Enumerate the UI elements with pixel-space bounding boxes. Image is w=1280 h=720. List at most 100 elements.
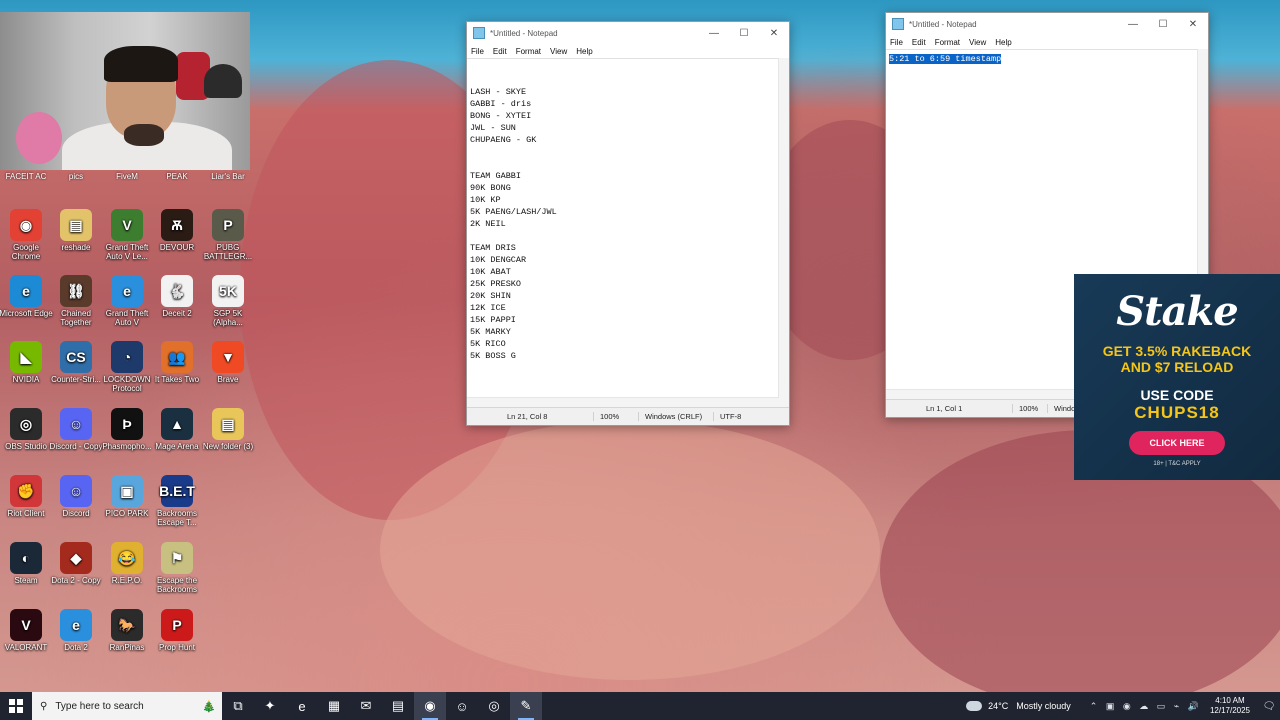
desktop-icon[interactable]: e Dota 2 xyxy=(48,609,104,652)
menu-format[interactable]: Format xyxy=(935,38,960,47)
menu-help[interactable]: Help xyxy=(576,47,592,56)
weather-desc: Mostly cloudy xyxy=(1016,701,1071,711)
taskbar-store-button[interactable]: ▦ xyxy=(318,692,350,720)
desktop-icon-label: SGP 5K (Alpha... xyxy=(213,309,243,327)
maximize-button[interactable]: ☐ xyxy=(729,28,759,39)
vertical-scrollbar[interactable] xyxy=(778,58,789,407)
maximize-button[interactable]: ☐ xyxy=(1148,19,1178,30)
desktop-icon[interactable]: ▤ reshade xyxy=(48,209,104,252)
desktop-icon[interactable]: ◆ Dota 2 - Copy xyxy=(48,542,104,585)
menu-view[interactable]: View xyxy=(550,47,567,56)
ad-click-here-button[interactable]: CLICK HERE xyxy=(1129,431,1225,455)
desktop-icon-label[interactable]: FiveM xyxy=(99,172,155,181)
dota-icon: ◆ xyxy=(60,542,92,574)
menu-edit[interactable]: Edit xyxy=(493,47,507,56)
desktop-icon[interactable]: ▲ Mage Arena xyxy=(149,408,205,451)
desktop-icon[interactable]: CS Counter-Stri... xyxy=(48,341,104,384)
desktop-icon[interactable]: ▤ New folder (3) xyxy=(200,408,256,451)
clock[interactable]: 4:10 AM 12/17/2025 xyxy=(1210,696,1250,716)
taskbar-chrome-button[interactable]: ◉ xyxy=(414,692,446,720)
escapebackrooms-icon: ⚑ xyxy=(161,542,193,574)
minimize-button[interactable]: — xyxy=(699,28,729,39)
taskbar-task-view-button[interactable]: ⧉ xyxy=(222,692,254,720)
discord-icon: ☺ xyxy=(60,475,92,507)
minimize-button[interactable]: — xyxy=(1118,19,1148,30)
desktop-icon[interactable]: ✊ Riot Client xyxy=(0,475,54,518)
desktop-icon[interactable]: e Microsoft Edge xyxy=(0,275,54,318)
desktop-icon[interactable]: ◔ LOCKDOWN Protocol xyxy=(99,341,155,393)
taskbar-discord-button[interactable]: ☺ xyxy=(446,692,478,720)
desktop-icon[interactable]: 🐎 RanPinas xyxy=(99,609,155,652)
desktop-icon-label: Prop Hunt xyxy=(158,643,196,652)
tray-app-icon[interactable]: ◉ xyxy=(1123,701,1131,711)
desktop-icon[interactable]: ▼ Brave xyxy=(200,341,256,384)
horizontal-scrollbar[interactable] xyxy=(467,397,779,407)
desktop-icon[interactable]: V VALORANT xyxy=(0,609,54,652)
weather-temp: 24°C xyxy=(988,701,1009,711)
desktop-icon[interactable]: P PUBG BATTLEGR... xyxy=(200,209,256,261)
taskbar-copilot-button[interactable]: ✦ xyxy=(254,692,286,720)
stake-logo: Stake xyxy=(1116,288,1238,335)
ad-use-code: USE CODE xyxy=(1140,387,1214,403)
webcam-person-beard xyxy=(124,124,164,146)
desktop-icon[interactable]: ◎ OBS Studio xyxy=(0,408,54,451)
desktop-icon[interactable]: ⛓ Chained Together xyxy=(48,275,104,327)
desktop-icon-label[interactable]: FACEIT AC xyxy=(0,172,54,181)
desktop-icon[interactable]: 5K SGP 5K (Alpha... xyxy=(200,275,256,327)
desktop-icon[interactable]: ◉ Google Chrome xyxy=(0,209,54,261)
desktop-icon-label: Counter-Stri... xyxy=(51,375,101,384)
desktop-icon[interactable]: Þ Phasmopho... xyxy=(99,408,155,451)
taskbar-notepad-button[interactable]: ✎ xyxy=(510,692,542,720)
cloud-icon[interactable]: ☁ xyxy=(1139,701,1148,711)
desktop-icon[interactable]: ☺ Discord - Copy xyxy=(48,408,104,451)
battery-icon[interactable]: ▭ xyxy=(1157,701,1166,711)
desktop-icon[interactable]: e Grand Theft Auto V xyxy=(99,275,155,327)
menu-edit[interactable]: Edit xyxy=(912,38,926,47)
taskbar-search-box[interactable]: ⚲ Type here to search 🎄 xyxy=(32,692,222,720)
title-bar[interactable]: *Untitled - Notepad — ☐ ✕ xyxy=(886,13,1208,35)
menu-help[interactable]: Help xyxy=(995,38,1011,47)
desktop-icon[interactable]: ⚑ Escape the Backrooms xyxy=(149,542,205,594)
desktop-icon[interactable]: ☺ Discord xyxy=(48,475,104,518)
stake-ad-overlay[interactable]: Stake GET 3.5% RAKEBACK AND $7 RELOAD US… xyxy=(1074,274,1280,480)
desktop-icon-label: New folder (3) xyxy=(202,442,254,451)
desktop-icon-label[interactable]: PEAK xyxy=(149,172,205,181)
taskbar-file-explorer-button[interactable]: ▤ xyxy=(382,692,414,720)
close-button[interactable]: ✕ xyxy=(759,28,789,39)
desktop-icon[interactable]: ▣ PICO PARK xyxy=(99,475,155,518)
taskbar-obs-button[interactable]: ◎ xyxy=(478,692,510,720)
desktop-icon-label[interactable]: pics xyxy=(48,172,104,181)
desktop-icon-label: Backrooms Escape T... xyxy=(156,509,197,527)
menu-file[interactable]: File xyxy=(890,38,903,47)
notification-icon[interactable]: 🗨 xyxy=(1258,701,1280,712)
selected-text[interactable]: 5:21 to 6:59 timestamp xyxy=(889,54,1002,64)
start-button[interactable] xyxy=(0,692,32,720)
tray-app-icon[interactable]: ▣ xyxy=(1106,701,1115,711)
desktop-icon-label[interactable]: Liar's Bar xyxy=(200,172,256,181)
prophunt-icon: P xyxy=(161,609,193,641)
desktop-icon[interactable]: B.E.T Backrooms Escape T... xyxy=(149,475,205,527)
desktop-icon[interactable]: 👥 It Takes Two xyxy=(149,341,205,384)
menu-format[interactable]: Format xyxy=(516,47,541,56)
desktop-icon[interactable]: P Prop Hunt xyxy=(149,609,205,652)
chevron-up-icon[interactable]: ⌃ xyxy=(1090,701,1098,711)
menu-file[interactable]: File xyxy=(471,47,484,56)
weather-widget[interactable]: 24°C Mostly cloudy xyxy=(966,701,1071,711)
desktop-icon-label: R.E.P.O. xyxy=(111,576,143,585)
desktop-icon[interactable]: Ѫ DEVOUR xyxy=(149,209,205,252)
desktop-icon[interactable]: 😂 R.E.P.O. xyxy=(99,542,155,585)
desktop-icon[interactable]: 🐇 Deceit 2 xyxy=(149,275,205,318)
taskbar-outlook-button[interactable]: ✉ xyxy=(350,692,382,720)
title-bar[interactable]: *Untitled - Notepad — ☐ ✕ xyxy=(467,22,789,44)
menu-view[interactable]: View xyxy=(969,38,986,47)
desktop-icon[interactable]: ◣ NVIDIA xyxy=(0,341,54,384)
network-icon[interactable]: ⌁ xyxy=(1174,701,1179,711)
volume-icon[interactable]: 🔊 xyxy=(1188,701,1199,711)
desktop-icon[interactable]: V Grand Theft Auto V Le... xyxy=(99,209,155,261)
close-button[interactable]: ✕ xyxy=(1178,19,1208,30)
taskbar-edge-button[interactable]: e xyxy=(286,692,318,720)
desktop-icon[interactable]: ◐ Steam xyxy=(0,542,54,585)
tray-icons: ⌃ ▣ ◉ ☁ ▭ ⌁ 🔊 xyxy=(1087,701,1202,712)
notepad-window-1[interactable]: *Untitled - Notepad — ☐ ✕ File Edit Form… xyxy=(466,21,790,426)
text-editor[interactable]: LASH - SKYE GABBI - dris BONG - XYTEI JW… xyxy=(467,58,779,407)
